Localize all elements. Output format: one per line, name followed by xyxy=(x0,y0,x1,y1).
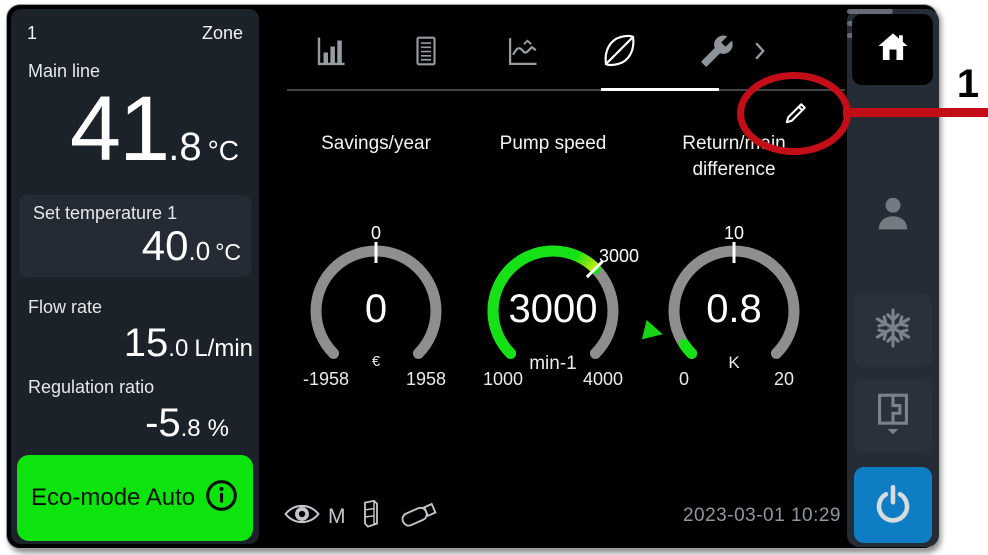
gauge-savings-min: -1958 xyxy=(291,369,361,390)
regulation-ratio-value-dec: .8 xyxy=(181,417,201,441)
power-button[interactable] xyxy=(854,467,932,543)
gauge-title-savings: Savings/year xyxy=(283,131,469,157)
usb-drive-icon xyxy=(396,497,444,536)
zone-label: Zone xyxy=(202,23,243,44)
home-icon xyxy=(874,28,912,71)
gauge-pump-max: 4000 xyxy=(568,369,638,390)
gauge-savings-max: 1958 xyxy=(391,369,461,390)
regulation-ratio-value: -5 .8 % xyxy=(145,403,229,443)
annotation-callout-label: 1 xyxy=(948,64,988,104)
tabs-more-button[interactable] xyxy=(747,33,773,73)
main-line-value: 41 .8 °C xyxy=(70,83,239,175)
gauge-pump-value: 3000 xyxy=(478,289,628,329)
zone-select-button[interactable] xyxy=(854,379,932,453)
status-icons: M xyxy=(283,497,444,536)
monitoring-eye-icon xyxy=(283,501,321,532)
bar-chart-icon xyxy=(313,33,349,74)
trend-chart-icon xyxy=(505,33,541,74)
active-tab-underline xyxy=(601,88,719,91)
set-temperature-value-int: 40 xyxy=(142,225,189,267)
flow-rate-value-dec: .0 xyxy=(168,337,188,361)
user-icon xyxy=(870,191,916,242)
eco-mode-button[interactable]: Eco-mode Auto xyxy=(17,455,253,541)
flow-rate-value: 15 .0 L/min xyxy=(124,323,253,363)
eco-mode-label: Eco-mode Auto xyxy=(31,484,195,512)
info-icon[interactable] xyxy=(204,478,239,518)
user-button[interactable] xyxy=(871,193,915,239)
set-temperature-value: 40 .0 °C xyxy=(142,225,241,267)
annotation-circle xyxy=(737,72,851,155)
flow-rate-value-int: 15 xyxy=(124,323,169,363)
regulation-ratio-value-int: -5 xyxy=(145,403,181,443)
navigation-sidebar xyxy=(847,9,939,547)
main-line-unit: °C xyxy=(208,137,239,165)
gauge-return-max: 20 xyxy=(749,369,819,390)
tab-eco[interactable] xyxy=(599,33,639,73)
wrench-icon xyxy=(700,34,734,73)
report-icon xyxy=(409,34,443,73)
zones-icon xyxy=(870,389,916,444)
zone-header: 1 Zone xyxy=(27,23,243,44)
home-button[interactable] xyxy=(852,14,933,85)
gauge-return-min: 0 xyxy=(649,369,719,390)
chevron-right-icon xyxy=(754,42,766,65)
zone-panel: 1 Zone Main line 41 .8 °C Set temperatur… xyxy=(11,9,259,544)
snowflake-icon xyxy=(871,306,915,355)
tab-report[interactable] xyxy=(406,33,446,73)
set-temperature-value-dec: .0 xyxy=(189,238,211,264)
gauge-savings-unit: € xyxy=(301,353,451,370)
set-temperature-label: Set temperature 1 xyxy=(33,203,177,224)
datetime-display: 2023-03-01 10:29 xyxy=(607,505,841,527)
annotation-callout-line xyxy=(843,108,988,117)
tab-statistics[interactable] xyxy=(311,33,351,73)
leaf-icon xyxy=(601,32,638,74)
main-line-value-int: 41 xyxy=(70,83,168,175)
tab-trend[interactable] xyxy=(503,33,543,73)
gauge-title-pump-speed: Pump speed xyxy=(460,131,646,157)
screenshot-stage: 1 Zone Main line 41 .8 °C Set temperatur… xyxy=(0,0,988,555)
regulation-ratio-unit: % xyxy=(208,417,229,441)
memory-module-icon xyxy=(359,497,383,536)
regulation-ratio-label: Regulation ratio xyxy=(28,377,154,398)
power-icon xyxy=(872,482,914,529)
main-line-value-dec: .8 xyxy=(168,127,201,167)
set-temperature-card[interactable]: Set temperature 1 40 .0 °C xyxy=(19,195,251,277)
tab-settings[interactable] xyxy=(697,33,737,73)
zone-number: 1 xyxy=(27,23,37,44)
gauge-pump-min: 1000 xyxy=(468,369,538,390)
monitor-mode-letter: M xyxy=(328,505,346,529)
flow-rate-label: Flow rate xyxy=(28,297,102,318)
gauge-savings-value: 0 xyxy=(301,289,451,329)
frost-protection-button[interactable] xyxy=(854,293,932,367)
flow-rate-unit: L/min xyxy=(194,337,253,361)
gauge-return-value: 0.8 xyxy=(659,289,809,329)
set-temperature-unit: °C xyxy=(215,241,241,264)
